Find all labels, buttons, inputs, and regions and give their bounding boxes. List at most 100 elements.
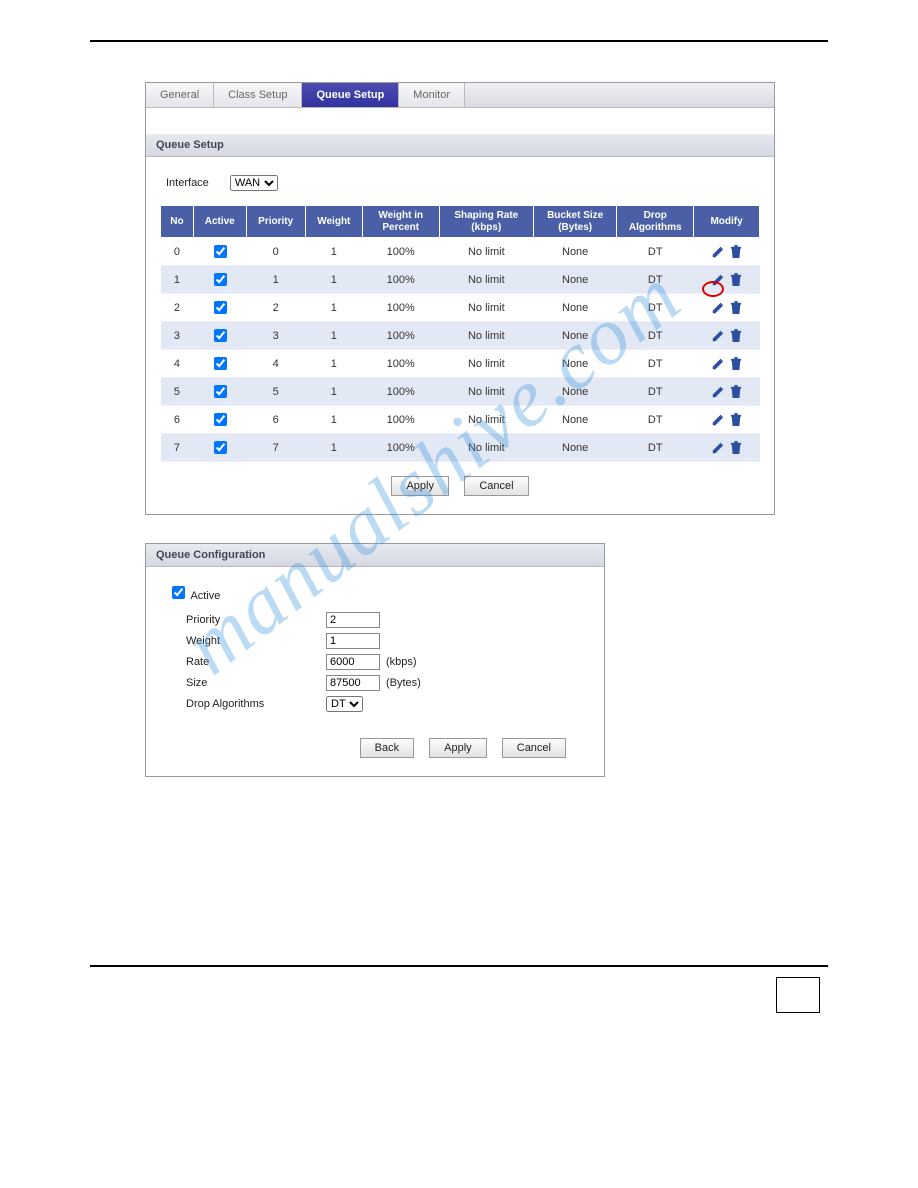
cell-no: 4 — [161, 350, 194, 378]
delete-icon[interactable] — [730, 413, 742, 425]
th-priority: Priority — [246, 206, 305, 238]
cell-weight: 1 — [305, 350, 362, 378]
priority-input[interactable] — [326, 612, 380, 628]
cell-priority: 1 — [246, 266, 305, 294]
cell-bucket: None — [533, 350, 616, 378]
cell-bucket: None — [533, 378, 616, 406]
cell-priority: 6 — [246, 406, 305, 434]
table-row: 111100%No limitNoneDT — [161, 266, 760, 294]
tab-monitor[interactable]: Monitor — [399, 83, 465, 107]
table-row: 661100%No limitNoneDT — [161, 406, 760, 434]
drop-label: Drop Algorithms — [186, 698, 326, 710]
row-active-checkbox[interactable] — [214, 357, 227, 370]
queue-setup-title: Queue Setup — [146, 134, 774, 157]
row-active-checkbox[interactable] — [214, 441, 227, 454]
drop-select[interactable]: DT — [326, 696, 363, 712]
cell-drop: DT — [617, 294, 694, 322]
row-active-checkbox[interactable] — [214, 301, 227, 314]
active-checkbox[interactable] — [172, 586, 185, 599]
back-button[interactable]: Back — [360, 738, 414, 758]
cell-weight: 1 — [305, 378, 362, 406]
cell-drop: DT — [617, 350, 694, 378]
rate-label: Rate — [186, 656, 326, 668]
row-active-checkbox[interactable] — [214, 273, 227, 286]
delete-icon[interactable] — [730, 441, 742, 453]
cell-wpct: 100% — [362, 434, 439, 462]
edit-icon[interactable] — [711, 385, 727, 397]
queue-table: No Active Priority Weight Weight in Perc… — [160, 205, 760, 462]
row-active-checkbox[interactable] — [214, 329, 227, 342]
delete-icon[interactable] — [730, 385, 742, 397]
cell-rate: No limit — [439, 294, 533, 322]
cell-weight: 1 — [305, 406, 362, 434]
size-unit: (Bytes) — [386, 677, 421, 689]
delete-icon[interactable] — [730, 329, 742, 341]
tabbar: General Class Setup Queue Setup Monitor — [146, 83, 774, 108]
cell-weight: 1 — [305, 294, 362, 322]
cell-priority: 3 — [246, 322, 305, 350]
edit-icon[interactable] — [711, 441, 727, 453]
edit-icon[interactable] — [711, 357, 727, 369]
table-row: 331100%No limitNoneDT — [161, 322, 760, 350]
cell-weight: 1 — [305, 322, 362, 350]
table-row: 221100%No limitNoneDT — [161, 294, 760, 322]
cancel-button[interactable]: Cancel — [464, 476, 528, 496]
cell-no: 0 — [161, 238, 194, 266]
cell-rate: No limit — [439, 406, 533, 434]
cell-drop: DT — [617, 238, 694, 266]
th-rate: Shaping Rate (kbps) — [439, 206, 533, 238]
interface-select[interactable]: WAN — [230, 175, 278, 191]
row-active-checkbox[interactable] — [214, 245, 227, 258]
cancel-button-2[interactable]: Cancel — [502, 738, 566, 758]
cell-priority: 7 — [246, 434, 305, 462]
cell-bucket: None — [533, 294, 616, 322]
row-active-checkbox[interactable] — [214, 385, 227, 398]
cell-weight: 1 — [305, 238, 362, 266]
delete-icon[interactable] — [730, 273, 742, 285]
rate-input[interactable] — [326, 654, 380, 670]
queue-setup-panel: General Class Setup Queue Setup Monitor … — [145, 82, 775, 515]
cell-wpct: 100% — [362, 266, 439, 294]
cell-bucket: None — [533, 266, 616, 294]
priority-label: Priority — [186, 614, 326, 626]
cell-bucket: None — [533, 434, 616, 462]
tab-general[interactable]: General — [146, 83, 214, 107]
edit-icon[interactable] — [711, 329, 727, 341]
size-input[interactable] — [326, 675, 380, 691]
cell-no: 5 — [161, 378, 194, 406]
edit-icon[interactable] — [711, 301, 727, 313]
rate-unit: (kbps) — [386, 656, 417, 668]
weight-input[interactable] — [326, 633, 380, 649]
tab-class-setup[interactable]: Class Setup — [214, 83, 302, 107]
cell-wpct: 100% — [362, 238, 439, 266]
delete-icon[interactable] — [730, 301, 742, 313]
edit-icon[interactable] — [711, 413, 727, 425]
edit-icon[interactable] — [711, 245, 727, 257]
weight-label: Weight — [186, 635, 326, 647]
apply-button[interactable]: Apply — [391, 476, 449, 496]
cell-rate: No limit — [439, 238, 533, 266]
tab-queue-setup[interactable]: Queue Setup — [302, 83, 399, 107]
th-weight-pct: Weight in Percent — [362, 206, 439, 238]
apply-button-2[interactable]: Apply — [429, 738, 487, 758]
th-active: Active — [193, 206, 246, 238]
queue-config-panel: Queue Configuration Active Priority Weig… — [145, 543, 605, 777]
cell-wpct: 100% — [362, 406, 439, 434]
page-number-box — [776, 977, 820, 1013]
size-label: Size — [186, 677, 326, 689]
cell-no: 2 — [161, 294, 194, 322]
edit-icon[interactable] — [711, 273, 727, 285]
cell-no: 6 — [161, 406, 194, 434]
cell-no: 7 — [161, 434, 194, 462]
interface-label: Interface — [166, 177, 209, 189]
cell-priority: 2 — [246, 294, 305, 322]
queue-config-title: Queue Configuration — [146, 544, 604, 567]
th-weight: Weight — [305, 206, 362, 238]
delete-icon[interactable] — [730, 357, 742, 369]
row-active-checkbox[interactable] — [214, 413, 227, 426]
delete-icon[interactable] — [730, 245, 742, 257]
th-bucket: Bucket Size (Bytes) — [533, 206, 616, 238]
th-modify: Modify — [694, 206, 760, 238]
cell-rate: No limit — [439, 350, 533, 378]
cell-no: 3 — [161, 322, 194, 350]
